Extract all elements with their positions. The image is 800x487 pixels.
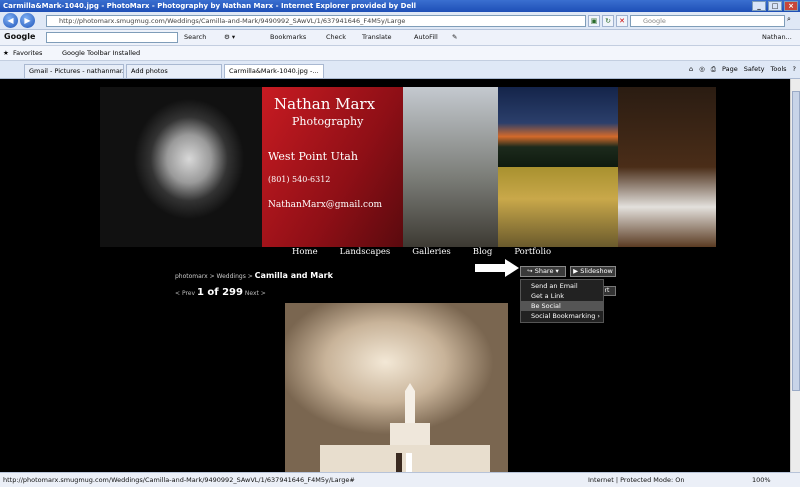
chevron-down-icon: ▾ [555, 267, 559, 275]
status-url: http://photomarx.smugmug.com/Weddings/Ca… [3, 476, 355, 484]
brand-phone: (801) 540-6312 [268, 175, 331, 184]
search-input[interactable]: Google [630, 15, 785, 27]
menu-be-social[interactable]: Be Social [521, 301, 603, 311]
window-title-bar: Carmilla&Mark-1040.jpg - PhotoMarx - Pho… [0, 0, 800, 12]
menu-send-email[interactable]: Send an Email [521, 281, 603, 291]
account-button[interactable]: Nathan... [762, 33, 792, 41]
pen-icon[interactable]: ✎ [452, 33, 457, 41]
close-button[interactable]: × [784, 1, 798, 11]
status-zone: Internet | Protected Mode: On [588, 476, 685, 484]
search-icon[interactable]: ⌕ [787, 15, 798, 27]
google-toolbar-icons[interactable]: ⚙ ▾ [224, 33, 235, 41]
pager: < Prev 1 of 299 Next > [175, 287, 266, 298]
site-nav: Home Landscapes Galleries Blog Portfolio [292, 247, 551, 257]
address-url: http://photomarx.smugmug.com/Weddings/Ca… [59, 17, 406, 25]
temple-image [320, 383, 490, 472]
share-menu: Send an Email Get a Link Be Social Socia… [520, 279, 604, 323]
minimize-button[interactable]: _ [752, 1, 766, 11]
menu-social-bookmarking[interactable]: Social Bookmarking › [521, 311, 603, 321]
favorites-button[interactable]: Favorites [13, 49, 42, 57]
translate-button[interactable]: Translate [362, 33, 392, 41]
page-counter: 1 of 299 [196, 287, 243, 298]
compatibility-icon[interactable]: ▣ [588, 15, 600, 27]
play-icon: ▶ [573, 267, 579, 275]
feeds-icon[interactable]: ◎ [699, 65, 705, 74]
google-toolbar: Google Search ⚙ ▾ Bookmarks Check Transl… [0, 30, 800, 46]
tab-current[interactable]: Carmilla&Mark-1040.jpg -... [224, 64, 324, 78]
address-actions: ▣ ↻ ✕ [588, 15, 628, 27]
favorites-star-icon[interactable]: ★ [3, 49, 9, 57]
tab-add-photos[interactable]: Add photos [126, 64, 222, 78]
search-placeholder: Google [643, 17, 666, 25]
window-controls: _ □ × [752, 1, 798, 11]
autofill-button[interactable]: AutoFill [414, 33, 438, 41]
nav-home[interactable]: Home [292, 247, 318, 257]
nav-galleries[interactable]: Galleries [412, 247, 451, 257]
nav-landscapes[interactable]: Landscapes [340, 247, 391, 257]
home-icon[interactable]: ⌂ [689, 65, 693, 74]
banner-baby-image [618, 87, 716, 247]
google-search-input[interactable] [46, 32, 178, 43]
google-logo: Google [4, 32, 36, 41]
tools-menu[interactable]: Tools [771, 65, 787, 74]
help-icon[interactable]: ? [793, 65, 796, 74]
breadcrumb-root[interactable]: photomarx [175, 273, 208, 280]
brand-email: NathanMarx@gmail.com [268, 200, 383, 210]
menu-social-bookmarking-label: Social Bookmarking [531, 312, 596, 320]
back-button[interactable]: ◀ [3, 13, 18, 28]
refresh-icon[interactable]: ↻ [602, 15, 614, 27]
bookmarks-button[interactable]: Bookmarks [270, 33, 306, 41]
share-icon: ↪ [527, 267, 533, 275]
status-bar: http://photomarx.smugmug.com/Weddings/Ca… [0, 472, 800, 487]
banner-couple-image [403, 87, 498, 247]
banner-family-image [498, 167, 618, 247]
safety-menu[interactable]: Safety [744, 65, 765, 74]
address-row: ◀ ▶ http://photomarx.smugmug.com/Wedding… [0, 12, 800, 30]
google-search-button[interactable]: Search [184, 33, 206, 41]
command-bar: ⌂ ◎ ⎙ Page Safety Tools ? [689, 65, 796, 74]
banner-branding: Nathan Marx Photography West Point Utah … [262, 87, 403, 247]
forward-button[interactable]: ▶ [20, 13, 35, 28]
brand-name: Nathan Marx [274, 95, 376, 113]
main-photo[interactable] [285, 303, 508, 472]
slideshow-button[interactable]: ▶ Slideshow [570, 266, 616, 277]
tab-label: Gmail - Pictures - nathanmar... [29, 67, 124, 75]
breadcrumb-section[interactable]: Weddings [217, 273, 246, 280]
vertical-scrollbar[interactable] [790, 79, 800, 472]
favorites-bar: ★ Favorites Google Toolbar Installed [0, 46, 800, 61]
zoom-level[interactable]: 100% [752, 473, 771, 487]
chevron-right-icon: › [597, 312, 600, 320]
banner-portrait-image [100, 87, 262, 247]
page-menu[interactable]: Page [722, 65, 738, 74]
check-button[interactable]: Check [326, 33, 346, 41]
pointer-arrow-icon [475, 259, 519, 277]
brand-city: West Point Utah [268, 150, 358, 163]
window-title: Carmilla&Mark-1040.jpg - PhotoMarx - Pho… [3, 2, 417, 10]
address-bar[interactable]: http://photomarx.smugmug.com/Weddings/Ca… [46, 15, 586, 27]
breadcrumb: photomarx > Weddings > Camilla and Mark [175, 271, 333, 280]
page-content: Nathan Marx Photography West Point Utah … [0, 79, 800, 472]
slideshow-label: Slideshow [580, 267, 613, 275]
nav-portfolio[interactable]: Portfolio [514, 247, 551, 257]
tab-bar: Gmail - Pictures - nathanmar... Add phot… [0, 61, 800, 79]
print-icon[interactable]: ⎙ [711, 65, 716, 74]
share-label: Share [534, 267, 554, 275]
menu-get-link[interactable]: Get a Link [521, 291, 603, 301]
prev-link[interactable]: Prev [182, 290, 195, 297]
tab-gmail[interactable]: Gmail - Pictures - nathanmar... [24, 64, 124, 78]
tab-label: Add photos [131, 67, 168, 75]
tab-label: Carmilla&Mark-1040.jpg -... [229, 67, 319, 75]
stop-icon[interactable]: ✕ [616, 15, 628, 27]
scrollbar-thumb[interactable] [792, 91, 800, 391]
brand-subtitle: Photography [292, 115, 364, 128]
banner-sunset-image [498, 87, 618, 167]
share-button[interactable]: ↪ Share ▾ [520, 266, 566, 277]
nav-blog[interactable]: Blog [473, 247, 493, 257]
maximize-button[interactable]: □ [768, 1, 782, 11]
next-link[interactable]: Next [245, 290, 259, 297]
breadcrumb-current: Camilla and Mark [254, 271, 333, 280]
favorite-item[interactable]: Google Toolbar Installed [62, 49, 140, 57]
